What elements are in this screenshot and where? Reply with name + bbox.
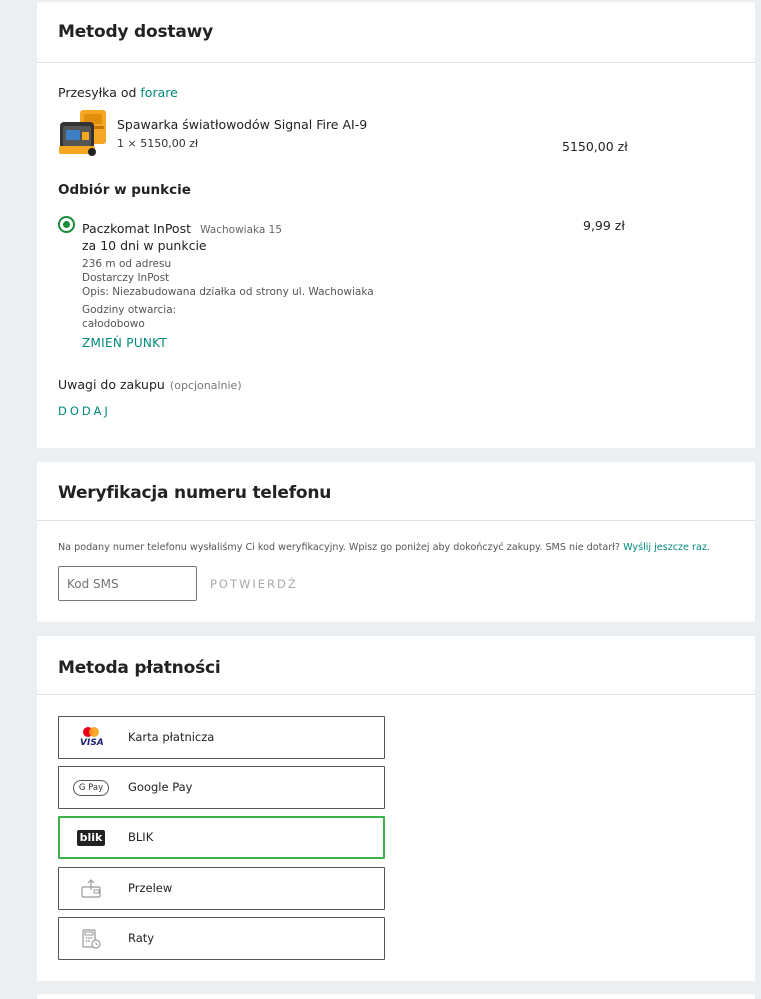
payment-option-card[interactable]: VISA Karta płatnicza [58, 716, 385, 759]
payment-option-installments[interactable]: Raty [58, 917, 385, 960]
shipment-from: Przesyłka od forare [58, 85, 178, 100]
payment-card: Metoda płatności VISA Karta płatnicza G … [37, 636, 755, 981]
pickup-price: 9,99 zł [583, 218, 625, 233]
blik-logo: blik [76, 830, 106, 846]
pickup-option-line: Paczkomat InPost Wachowiaka 15 [82, 218, 282, 237]
shipment-prefix: Przesyłka od [58, 85, 137, 100]
delivery-card: Metody dostawy Przesyłka od forare Spawa… [37, 2, 755, 448]
change-point-button[interactable]: ZMIEŃ PUNKT [82, 336, 167, 350]
blik-icon: blik [71, 824, 111, 852]
phone-info: Na podany numer telefonu wysłaliśmy Ci k… [58, 542, 710, 553]
pickup-distance: 236 m od adresu [82, 258, 172, 270]
notes-label: Uwagi do zakupu [58, 377, 165, 392]
payment-option-label: Karta płatnicza [128, 730, 215, 744]
payment-option-blik[interactable]: blik BLIK [58, 816, 385, 859]
payment-option-label: Raty [128, 931, 155, 945]
pickup-carrier: Dostarczy InPost [82, 272, 170, 284]
seller-link[interactable]: forare [140, 85, 177, 100]
pickup-eta: za 10 dni w punkcie [82, 238, 207, 253]
next-card [37, 994, 755, 999]
delivery-title: Metody dostawy [37, 2, 755, 63]
pickup-heading: Odbiór w punkcie [58, 182, 191, 198]
phone-info-text: Na podany numer telefonu wysłaliśmy Ci k… [58, 542, 621, 553]
notes-line: Uwagi do zakupu (opcjonalnie) [58, 374, 242, 393]
product-name: Spawarka światłowodów Signal Fire AI-9 [117, 117, 368, 132]
google-pay-icon: G Pay [71, 774, 111, 802]
notes-add-button[interactable]: DODAJ [58, 404, 111, 418]
visa-mastercard-icon: VISA [71, 724, 111, 752]
pickup-description: Opis: Niezabudowana działka od strony ul… [82, 286, 374, 298]
phone-card: Weryfikacja numeru telefonu Na podany nu… [37, 462, 755, 622]
pickup-address: Wachowiaka 15 [200, 224, 283, 236]
visa-text: VISA [80, 738, 104, 748]
phone-title: Weryfikacja numeru telefonu [37, 462, 755, 521]
notes-optional: (opcjonalnie) [169, 379, 242, 392]
installments-icon [71, 925, 111, 953]
payment-option-google-pay[interactable]: G Pay Google Pay [58, 766, 385, 809]
product-total: 5150,00 zł [562, 139, 628, 154]
product-image [58, 108, 110, 162]
transfer-icon [71, 875, 111, 903]
resend-link[interactable]: Wyślij jeszcze raz. [623, 542, 710, 553]
gpay-badge: G Pay [72, 780, 110, 796]
payment-option-label: BLIK [128, 830, 154, 844]
pickup-hours-label: Godziny otwarcia: [82, 304, 177, 316]
payment-option-transfer[interactable]: Przelew [58, 867, 385, 910]
product-qty-price: 1 × 5150,00 zł [117, 137, 199, 150]
confirm-button[interactable]: POTWIERDŹ [210, 577, 298, 591]
sms-code-input[interactable] [58, 566, 197, 601]
pickup-hours-value: całodobowo [82, 318, 145, 330]
pickup-name: Paczkomat InPost [82, 221, 191, 236]
pickup-radio-dot [63, 221, 70, 228]
payment-option-label: Przelew [128, 881, 173, 895]
payment-title: Metoda płatności [37, 636, 755, 695]
payment-option-label: Google Pay [128, 780, 193, 794]
pickup-radio[interactable] [58, 216, 75, 233]
